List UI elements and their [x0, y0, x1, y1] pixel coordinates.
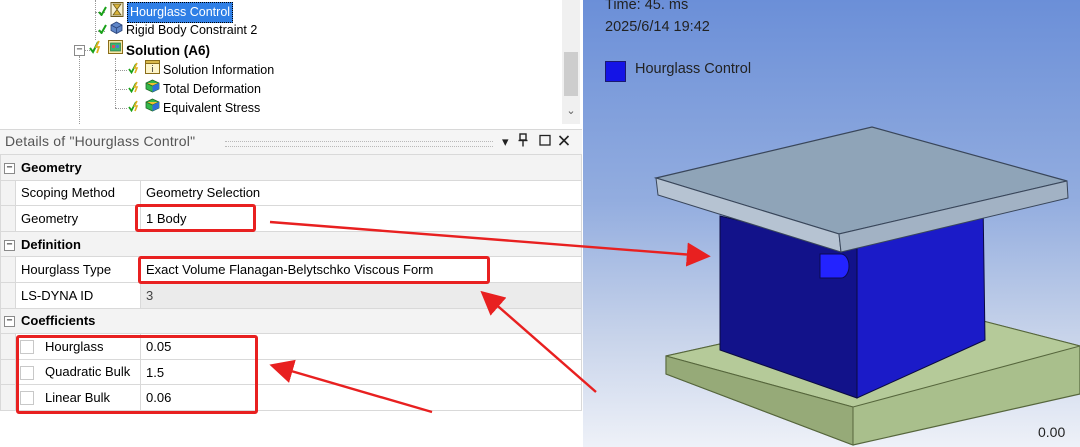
lightning-check-icon [128, 61, 142, 80]
tree-connector [95, 0, 96, 40]
highlight-coefficients [16, 335, 258, 414]
model-view[interactable] [583, 0, 1080, 447]
section-geometry[interactable]: − Geometry [0, 154, 583, 181]
check-icon [98, 3, 107, 22]
graphics-viewport[interactable]: Time: 45. ms 2025/6/14 19:42 Hourglass C… [583, 0, 1080, 447]
svg-text:i: i [151, 65, 154, 74]
restore-icon[interactable] [539, 133, 551, 151]
title-grip [225, 141, 493, 147]
top-plate[interactable] [653, 126, 1068, 235]
lightning-check-icon [128, 80, 142, 99]
solution-information-icon: i [145, 60, 160, 80]
tree-connector [115, 89, 127, 90]
tree-item-solution[interactable]: Solution (A6) [89, 40, 210, 59]
property-value-readonly: 3 [139, 281, 583, 309]
tree-item-label: Hourglass Control [127, 2, 234, 23]
highlight-hourglass-type [138, 256, 490, 284]
section-title: Coefficients [21, 313, 96, 329]
tree-connector [115, 58, 116, 108]
outline-tree: Hourglass Control Rigid Body Constraint … [0, 0, 582, 124]
property-label: Hourglass Type [15, 256, 141, 283]
collapse-toggle[interactable]: − [4, 239, 15, 251]
details-panel-header: Details of "Hourglass Control" ▾ [0, 129, 582, 154]
tree-item-label: Solution Information [163, 62, 275, 77]
tree-item-label: Solution (A6) [126, 42, 210, 58]
tree-connector [115, 70, 127, 71]
equivalent-stress-icon [145, 98, 160, 118]
property-label: LS-DYNA ID [15, 281, 141, 309]
tree-item-label: Equivalent Stress [163, 100, 261, 115]
panel-menu-icon[interactable]: ▾ [502, 133, 509, 151]
collapse-toggle[interactable]: − [4, 162, 15, 174]
check-icon [98, 21, 107, 40]
property-label: Scoping Method [15, 179, 141, 207]
collapse-toggle[interactable]: − [74, 45, 85, 56]
pin-icon[interactable] [518, 133, 528, 152]
collapse-toggle[interactable]: − [4, 316, 15, 328]
highlight-geometry-value [135, 204, 256, 232]
tree-item-equivalent-stress[interactable]: Equivalent Stress [128, 98, 260, 117]
close-icon[interactable] [558, 133, 570, 151]
tree-item-rigid-body-constraint-2[interactable]: Rigid Body Constraint 2 [98, 21, 257, 40]
tree-item-hourglass-control[interactable]: Hourglass Control [98, 2, 234, 23]
details-panel-title: Details of "Hourglass Control" [5, 133, 196, 149]
solution-icon [108, 40, 123, 60]
tree-scrollbar[interactable]: ⌄ [562, 0, 580, 124]
section-title: Geometry [21, 159, 82, 175]
tree-item-label: Total Deformation [163, 81, 261, 96]
tree-item-solution-information[interactable]: i Solution Information [128, 60, 274, 79]
scroll-thumb[interactable] [564, 52, 578, 96]
total-deformation-icon [145, 79, 160, 99]
tree-connector [79, 56, 80, 124]
section-definition[interactable]: − Definition [0, 230, 583, 258]
hourglass-icon [110, 2, 124, 23]
property-row: LS-DYNA ID 3 [0, 281, 583, 309]
section-title: Definition [21, 236, 81, 252]
scale-value: 0.00 [1038, 424, 1066, 440]
tree-connector [115, 108, 127, 109]
lightning-check-icon [89, 40, 105, 60]
property-label: Geometry [15, 205, 141, 232]
tree-item-label: Rigid Body Constraint 2 [126, 23, 258, 38]
property-row[interactable]: Scoping Method Geometry Selection [0, 179, 583, 207]
rigid-body-constraint-icon [110, 21, 123, 40]
section-coefficients[interactable]: − Coefficients [0, 307, 583, 335]
lightning-check-icon [128, 99, 142, 118]
tree-item-total-deformation[interactable]: Total Deformation [128, 79, 261, 98]
property-row[interactable]: Geometry 1 Body [0, 205, 583, 232]
selected-element-marker [819, 253, 850, 279]
scroll-down-icon[interactable]: ⌄ [565, 103, 577, 119]
property-value[interactable]: Geometry Selection [139, 179, 583, 207]
